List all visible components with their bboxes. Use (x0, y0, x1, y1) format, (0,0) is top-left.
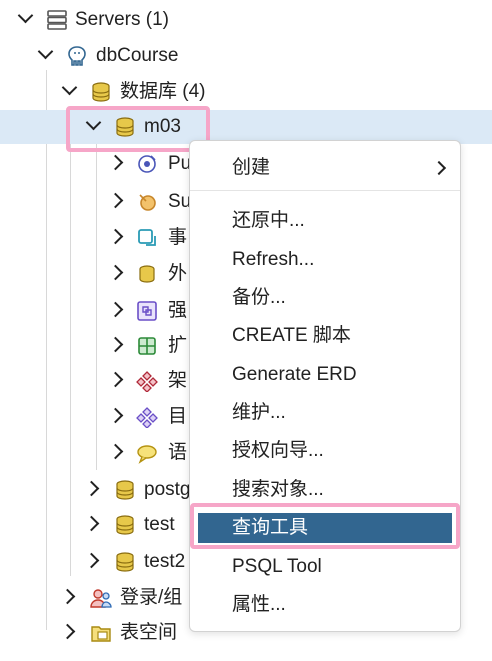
catalog-icon (136, 406, 158, 428)
menu-item-search-objects[interactable]: 搜索对象... (190, 473, 460, 507)
menu-item-restore[interactable]: 还原中... (190, 204, 460, 238)
database-icon (114, 514, 136, 536)
chevron-right-icon[interactable] (107, 154, 124, 171)
tree-node-label: 架 (168, 370, 188, 391)
tree-node-label: 数据库 (4) (120, 81, 206, 102)
menu-item-create[interactable]: 创建 (190, 151, 460, 185)
menu-item-psql-tool[interactable]: PSQL Tool (190, 550, 460, 584)
tree-node-label: 语 (168, 442, 188, 463)
tree-node-label: Pu (168, 153, 192, 174)
menu-item-label: 授权向导... (232, 440, 324, 461)
schema-icon (136, 370, 158, 392)
menu-item-label: PSQL Tool (232, 556, 322, 577)
chevron-right-icon[interactable] (83, 515, 100, 532)
servers-icon (46, 9, 68, 31)
menu-item-properties[interactable]: 属性... (190, 588, 460, 622)
chevron-down-icon[interactable] (17, 7, 34, 24)
tree-node-server-dbcourse[interactable]: dbCourse (0, 39, 492, 73)
menu-item-label: 维护... (232, 402, 286, 423)
users-icon (90, 587, 112, 609)
menu-item-label: 属性... (232, 594, 286, 615)
tree-node-label: 外 (168, 263, 188, 284)
tree-node-databases[interactable]: 数据库 (4) (0, 75, 492, 109)
chevron-right-icon[interactable] (83, 552, 100, 569)
context-menu: 创建 还原中... Refresh... 备份... CREATE 脚本 Gen… (189, 140, 461, 632)
menu-item-label: 备份... (232, 287, 286, 308)
highlight-annotation-query-tool (190, 503, 460, 549)
tree-node-label: 登录/组 (120, 587, 183, 608)
tree-node-label: 表空间 (120, 622, 178, 643)
database-icon (114, 479, 136, 501)
menu-item-label: Refresh... (232, 249, 315, 270)
menu-item-grant-wizard[interactable]: 授权向导... (190, 434, 460, 468)
chevron-down-icon[interactable] (37, 43, 54, 60)
cast-icon (136, 300, 158, 322)
chevron-right-icon[interactable] (59, 588, 76, 605)
menu-item-maintenance[interactable]: 维护... (190, 396, 460, 430)
tree-node-label: 强 (168, 300, 188, 321)
menu-item-label: CREATE 脚本 (232, 325, 351, 346)
subscription-icon (136, 191, 158, 213)
chevron-right-icon[interactable] (107, 336, 124, 353)
tree-node-label: dbCourse (96, 45, 179, 66)
menu-item-label: Generate ERD (232, 364, 357, 385)
tree-node-label: Servers (1) (75, 9, 169, 30)
chevron-right-icon[interactable] (107, 192, 124, 209)
chevron-right-icon[interactable] (59, 623, 76, 640)
menu-item-label: 创建 (232, 157, 271, 178)
chevron-right-icon[interactable] (107, 264, 124, 281)
chevron-right-icon[interactable] (107, 407, 124, 424)
tree-node-label: 目 (168, 406, 188, 427)
chevron-right-icon[interactable] (107, 443, 124, 460)
database-icon (90, 81, 112, 103)
chevron-right-icon[interactable] (83, 480, 100, 497)
extension-icon (136, 335, 158, 357)
event-trigger-icon (136, 227, 158, 249)
menu-divider (190, 190, 460, 191)
postgres-elephant-icon (66, 45, 88, 67)
foreign-data-wrapper-icon (136, 263, 158, 285)
tree-node-servers[interactable]: Servers (1) (0, 3, 492, 37)
chevron-right-icon[interactable] (107, 301, 124, 318)
menu-item-refresh[interactable]: Refresh... (190, 243, 460, 277)
tablespace-folder-icon (90, 622, 112, 644)
tree-node-label: test2 (144, 551, 186, 572)
chevron-right-icon[interactable] (107, 228, 124, 245)
publication-icon (136, 153, 158, 175)
menu-item-generate-erd[interactable]: Generate ERD (190, 358, 460, 392)
tree-node-label: test (144, 514, 175, 535)
language-icon (136, 442, 158, 464)
tree-node-label: 扩 (168, 335, 188, 356)
tree-node-label: 事 (168, 227, 188, 248)
menu-item-backup[interactable]: 备份... (190, 281, 460, 315)
menu-item-label: 还原中... (232, 210, 305, 231)
menu-item-create-script[interactable]: CREATE 脚本 (190, 319, 460, 353)
menu-item-label: 搜索对象... (232, 479, 324, 500)
chevron-right-icon[interactable] (107, 371, 124, 388)
chevron-down-icon[interactable] (61, 79, 78, 96)
database-icon (114, 551, 136, 573)
tree-node-label: Su (168, 191, 192, 212)
chevron-right-icon (431, 160, 447, 176)
